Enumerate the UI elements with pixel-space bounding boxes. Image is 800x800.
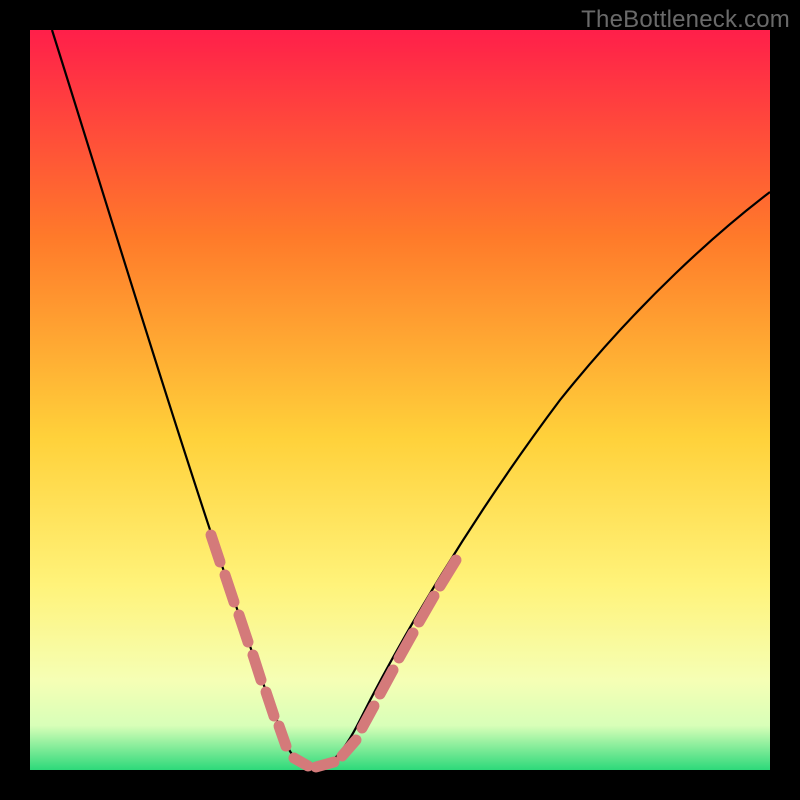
watermark-text: TheBottleneck.com [581, 6, 790, 34]
bottleneck-chart [0, 0, 800, 800]
chart-frame: TheBottleneck.com [0, 0, 800, 800]
